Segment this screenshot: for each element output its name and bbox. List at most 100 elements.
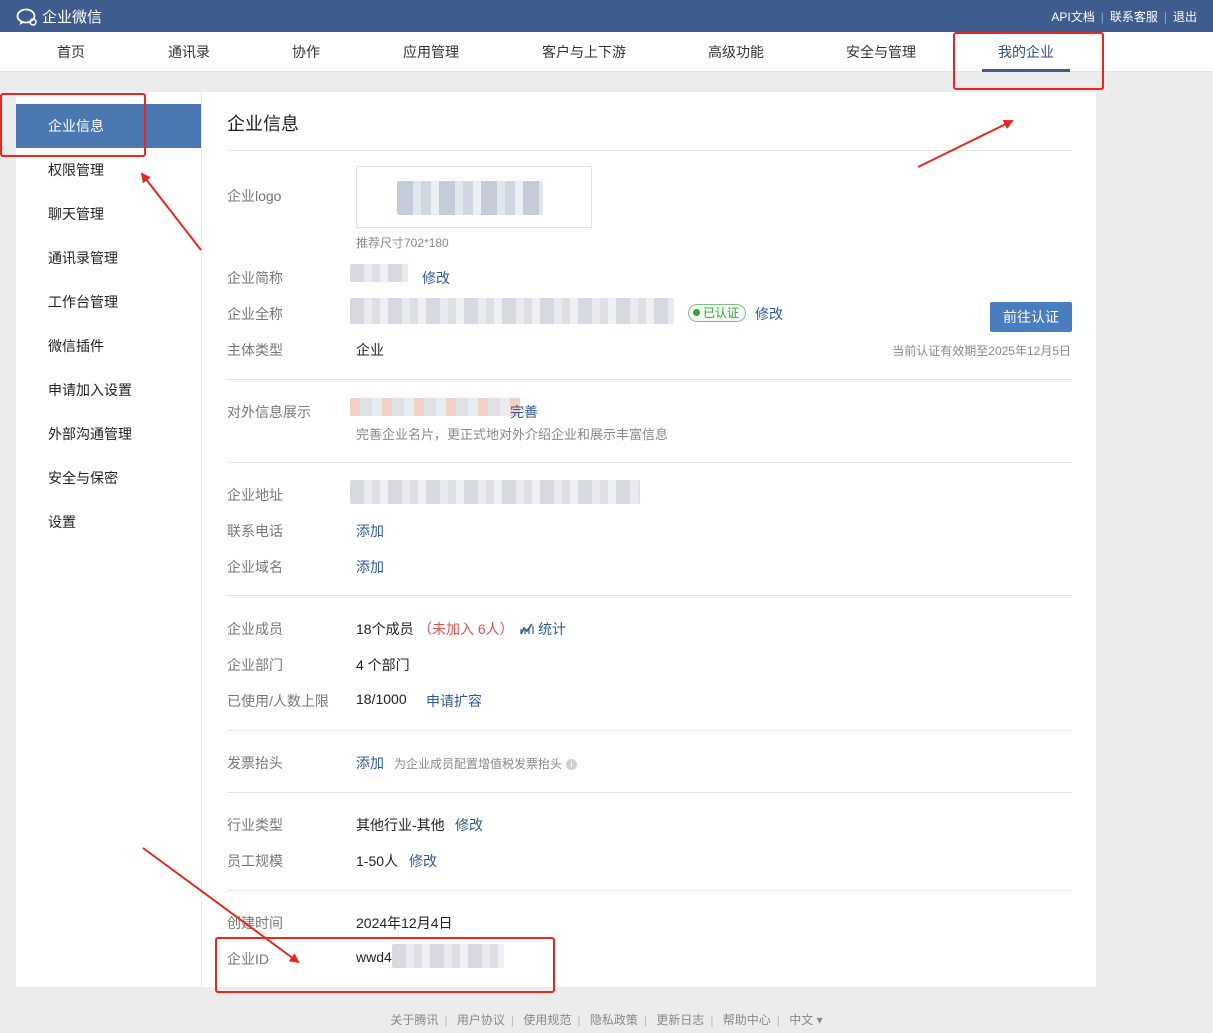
api-doc-link[interactable]: API文档 <box>1051 8 1094 25</box>
tab-collaboration[interactable]: 协作 <box>282 32 330 72</box>
stats-link[interactable]: 统计 <box>520 619 566 639</box>
departments-count: 4 个部门 <box>356 657 410 673</box>
scale-value: 1-50人 <box>356 853 399 869</box>
stats-chart-icon <box>520 623 534 635</box>
edit-short-name-link[interactable]: 修改 <box>422 268 450 288</box>
stats-label: 统计 <box>538 621 566 637</box>
redacted-external-link <box>350 398 520 416</box>
sidebar-item-join-settings[interactable]: 申请加入设置 <box>16 368 201 412</box>
edit-full-name-link[interactable]: 修改 <box>755 304 783 324</box>
redacted-logo <box>397 181 543 215</box>
annotation-box-corp-id <box>215 937 555 993</box>
full-name-label: 企业全称 <box>227 306 283 322</box>
redacted-short-name <box>350 264 408 282</box>
unjoined-members: （未加入 6人） <box>418 621 514 637</box>
created-label: 创建时间 <box>227 915 283 931</box>
entity-type-value: 企业 <box>356 342 384 358</box>
divider <box>227 150 1072 151</box>
page-title: 企业信息 <box>227 114 299 134</box>
footer-separator: | <box>444 1013 448 1027</box>
divider <box>227 792 1072 793</box>
footer-separator: | <box>577 1013 581 1027</box>
redacted-address <box>350 480 640 504</box>
logo-size-hint: 推荐尺寸702*180 <box>356 236 449 250</box>
divider <box>227 462 1072 463</box>
tab-advanced[interactable]: 高级功能 <box>700 32 772 72</box>
external-info-desc: 完善企业名片，更正式地对外介绍企业和展示丰富信息 <box>356 427 669 442</box>
sidebar-item-wechat-plugin[interactable]: 微信插件 <box>16 324 201 368</box>
industry-value: 其他行业-其他 <box>356 817 445 833</box>
footer-user-agreement[interactable]: 用户协议 <box>457 1013 505 1027</box>
redacted-full-name <box>350 298 674 324</box>
add-phone-link[interactable]: 添加 <box>356 521 384 541</box>
annotation-box-my-enterprise <box>953 32 1104 90</box>
footer-separator: | <box>510 1013 514 1027</box>
add-invoice-link[interactable]: 添加 <box>356 753 384 773</box>
top-bar: 企业微信 API文档 | 联系客服 | 退出 <box>0 0 1213 32</box>
edit-scale-link[interactable]: 修改 <box>409 851 437 871</box>
divider <box>227 890 1072 891</box>
footer: 关于腾讯 | 用户协议 | 使用规范 | 隐私政策 | 更新日志 | 帮助中心 | 中文 ▾ <box>0 1011 1213 1028</box>
footer-help-center[interactable]: 帮助中心 <box>723 1013 771 1027</box>
app-title: 企业微信 <box>42 9 103 26</box>
invoice-label: 发票抬头 <box>227 755 283 771</box>
top-links: API文档 | 联系客服 | 退出 <box>1051 8 1197 25</box>
enterprise-info-panel: 企业信息 企业logo 推荐尺寸702*180 企业简称 修改 企业全称 已认证… <box>201 92 1096 987</box>
info-icon[interactable]: i <box>566 759 578 771</box>
sidebar-item-settings[interactable]: 设置 <box>16 500 201 544</box>
footer-privacy-policy[interactable]: 隐私政策 <box>590 1013 638 1027</box>
members-count: 18个成员 <box>356 621 414 637</box>
industry-label: 行业类型 <box>227 817 283 833</box>
expand-capacity-link[interactable]: 申请扩容 <box>426 691 482 711</box>
capacity-value: 18/1000 <box>356 691 407 707</box>
invoice-hint-text: 为企业成员配置增值税发票抬头 <box>394 757 563 771</box>
top-separator: | <box>1100 9 1104 24</box>
tab-customers-partners[interactable]: 客户与上下游 <box>534 32 634 72</box>
footer-separator: | <box>710 1013 714 1027</box>
footer-separator: | <box>643 1013 647 1027</box>
divider <box>227 379 1072 380</box>
logo-label: 企业logo <box>227 188 282 204</box>
sidebar: 企业信息 权限管理 聊天管理 通讯录管理 工作台管理 微信插件 申请加入设置 外… <box>16 92 201 987</box>
members-label: 企业成员 <box>227 621 283 637</box>
top-separator: | <box>1163 9 1167 24</box>
sidebar-item-contacts-management[interactable]: 通讯录管理 <box>16 236 201 280</box>
tab-app-management[interactable]: 应用管理 <box>395 32 467 72</box>
wecom-logo-icon <box>16 8 37 26</box>
add-domain-link[interactable]: 添加 <box>356 557 384 577</box>
annotation-box-enterprise-info <box>0 93 146 157</box>
domain-label: 企业域名 <box>227 559 283 575</box>
app-logo[interactable]: 企业微信 <box>16 6 102 27</box>
footer-about-tencent[interactable]: 关于腾讯 <box>390 1013 438 1027</box>
edit-industry-link[interactable]: 修改 <box>455 815 483 835</box>
footer-changelog[interactable]: 更新日志 <box>656 1013 704 1027</box>
short-name-label: 企业简称 <box>227 270 283 286</box>
footer-separator: | <box>776 1013 780 1027</box>
capacity-label: 已使用/人数上限 <box>227 693 329 709</box>
logo-upload[interactable] <box>356 166 592 228</box>
contact-support-link[interactable]: 联系客服 <box>1110 8 1158 25</box>
phone-label: 联系电话 <box>227 523 283 539</box>
sidebar-item-chat-management[interactable]: 聊天管理 <box>16 192 201 236</box>
created-date: 2024年12月4日 <box>356 915 453 931</box>
tab-contacts[interactable]: 通讯录 <box>160 32 218 72</box>
sidebar-item-security[interactable]: 安全与保密 <box>16 456 201 500</box>
logout-link[interactable]: 退出 <box>1173 8 1197 25</box>
external-info-label: 对外信息展示 <box>227 404 311 420</box>
sidebar-item-workbench[interactable]: 工作台管理 <box>16 280 201 324</box>
external-info-link[interactable]: 完善 <box>510 402 538 422</box>
footer-usage-rules[interactable]: 使用规范 <box>523 1013 571 1027</box>
verify-button[interactable]: 前往认证 <box>990 302 1072 332</box>
address-label: 企业地址 <box>227 487 283 503</box>
tab-home[interactable]: 首页 <box>44 32 98 72</box>
invoice-hint: 为企业成员配置增值税发票抬头 i <box>394 755 578 772</box>
entity-type-label: 主体类型 <box>227 342 283 358</box>
tab-security-management[interactable]: 安全与管理 <box>838 32 924 72</box>
divider <box>227 730 1072 731</box>
sidebar-item-external-communication[interactable]: 外部沟通管理 <box>16 412 201 456</box>
departments-label: 企业部门 <box>227 657 283 673</box>
divider <box>227 595 1072 596</box>
verified-badge: 已认证 <box>688 304 747 322</box>
scale-label: 员工规模 <box>227 853 283 869</box>
footer-language-select[interactable]: 中文 ▾ <box>789 1013 822 1027</box>
